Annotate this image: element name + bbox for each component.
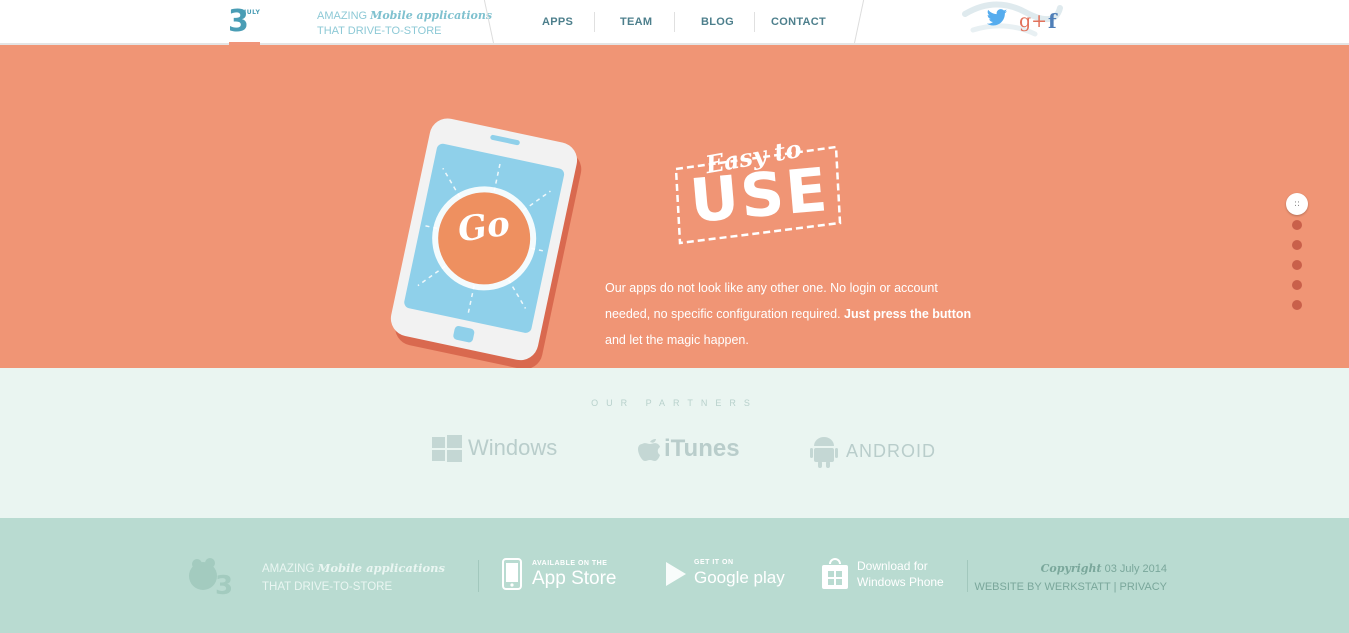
windows-icon [432, 435, 462, 462]
google-play-link[interactable]: GET IT ON Google play [664, 558, 785, 589]
nav-divider-right [843, 0, 865, 43]
partner-itunes-label: iTunes [664, 435, 740, 462]
site-header: 3 JULY AMAZING Mobile applications THAT … [0, 0, 1349, 45]
phone-go-label: Go [455, 203, 513, 251]
twitter-icon[interactable] [986, 8, 1008, 34]
windows-phone-line1: Download for [857, 559, 928, 573]
footer-tagline-suffix: THAT DRIVE-TO-STORE [262, 581, 393, 593]
site-footer: 3 AMAZING Mobile applications THAT DRIVE… [0, 518, 1349, 633]
slide-dot[interactable] [1292, 240, 1302, 250]
footer-tagline-emph: Mobile applications [317, 561, 446, 575]
tagline-line2: THAT DRIVE-TO-STORE [317, 25, 442, 37]
slide-dot-active[interactable]: :: [1286, 193, 1308, 215]
windows-store-icon [822, 558, 848, 589]
copyright-block: Copyright 03 July 2014 WEBSITE BY WERKST… [974, 560, 1167, 596]
app-store-link[interactable]: AVAILABLE ON THE App Store [502, 558, 617, 590]
windows-phone-link[interactable]: Download for Windows Phone [821, 558, 944, 590]
google-plus-icon[interactable]: g+ [1019, 8, 1047, 34]
partner-android: ANDROID [810, 434, 936, 468]
partners-title: OUR PARTNERS [591, 398, 758, 408]
tagline-prefix: AMAZING [317, 10, 371, 22]
partner-itunes: iTunes [638, 434, 740, 464]
footer-logo[interactable]: 3 [183, 552, 239, 598]
partner-windows-label: Windows [468, 435, 558, 460]
website-by-link[interactable]: WEBSITE BY WERKSTATT [974, 581, 1110, 593]
iphone-icon [502, 558, 522, 590]
copyright-emph: Copyright [1040, 562, 1102, 575]
apple-icon [638, 439, 660, 461]
nav-apps[interactable]: APPS [542, 16, 573, 28]
privacy-link[interactable]: PRIVACY [1120, 581, 1167, 593]
slide-dot[interactable] [1292, 300, 1302, 310]
hero-description: Our apps do not look like any other one.… [605, 275, 985, 353]
footer-link-separator: | [1110, 581, 1120, 593]
google-play-big: Google play [694, 568, 785, 587]
footer-separator [967, 560, 968, 592]
logo[interactable]: 3 JULY [228, 4, 262, 44]
windows-phone-line2: Windows Phone [857, 575, 944, 589]
hero-text-2: and let the magic happen. [605, 333, 749, 347]
google-play-icon [666, 561, 686, 586]
footer-tagline: AMAZING Mobile applications THAT DRIVE-T… [262, 559, 472, 596]
footer-tagline-prefix: AMAZING [262, 563, 318, 575]
partners-section: OUR PARTNERS Windows iTunes ANDROID [0, 368, 1349, 518]
svg-text:3: 3 [215, 571, 233, 598]
nav-team[interactable]: TEAM [620, 16, 652, 28]
nav-contact[interactable]: CONTACT [771, 16, 826, 28]
header-tagline: AMAZING Mobile applications THAT DRIVE-T… [317, 8, 492, 39]
google-play-small: GET IT ON [694, 559, 734, 566]
nav-separator [754, 12, 755, 32]
copyright-date: 03 July 2014 [1101, 563, 1167, 575]
partner-windows: Windows [432, 434, 557, 462]
badge-big: USE [687, 155, 832, 237]
slide-dot[interactable] [1292, 220, 1302, 230]
facebook-icon[interactable]: f [1048, 8, 1057, 34]
logo-july: JULY [244, 9, 261, 16]
nav-separator [594, 12, 595, 32]
app-store-small: AVAILABLE ON THE [532, 559, 608, 567]
tagline-emph: Mobile applications [370, 9, 493, 22]
hero-section: Go Easy to USE Our apps do not look like… [0, 45, 1349, 370]
android-icon [810, 437, 838, 468]
partner-android-label: ANDROID [846, 440, 937, 461]
app-store-big: App Store [532, 567, 617, 589]
nav-blog[interactable]: BLOG [701, 16, 734, 28]
slide-dot[interactable] [1292, 280, 1302, 290]
hero-text-bold: Just press the button [844, 307, 972, 321]
footer-separator [478, 560, 479, 592]
nav-separator [674, 12, 675, 32]
slide-dot[interactable] [1292, 260, 1302, 270]
